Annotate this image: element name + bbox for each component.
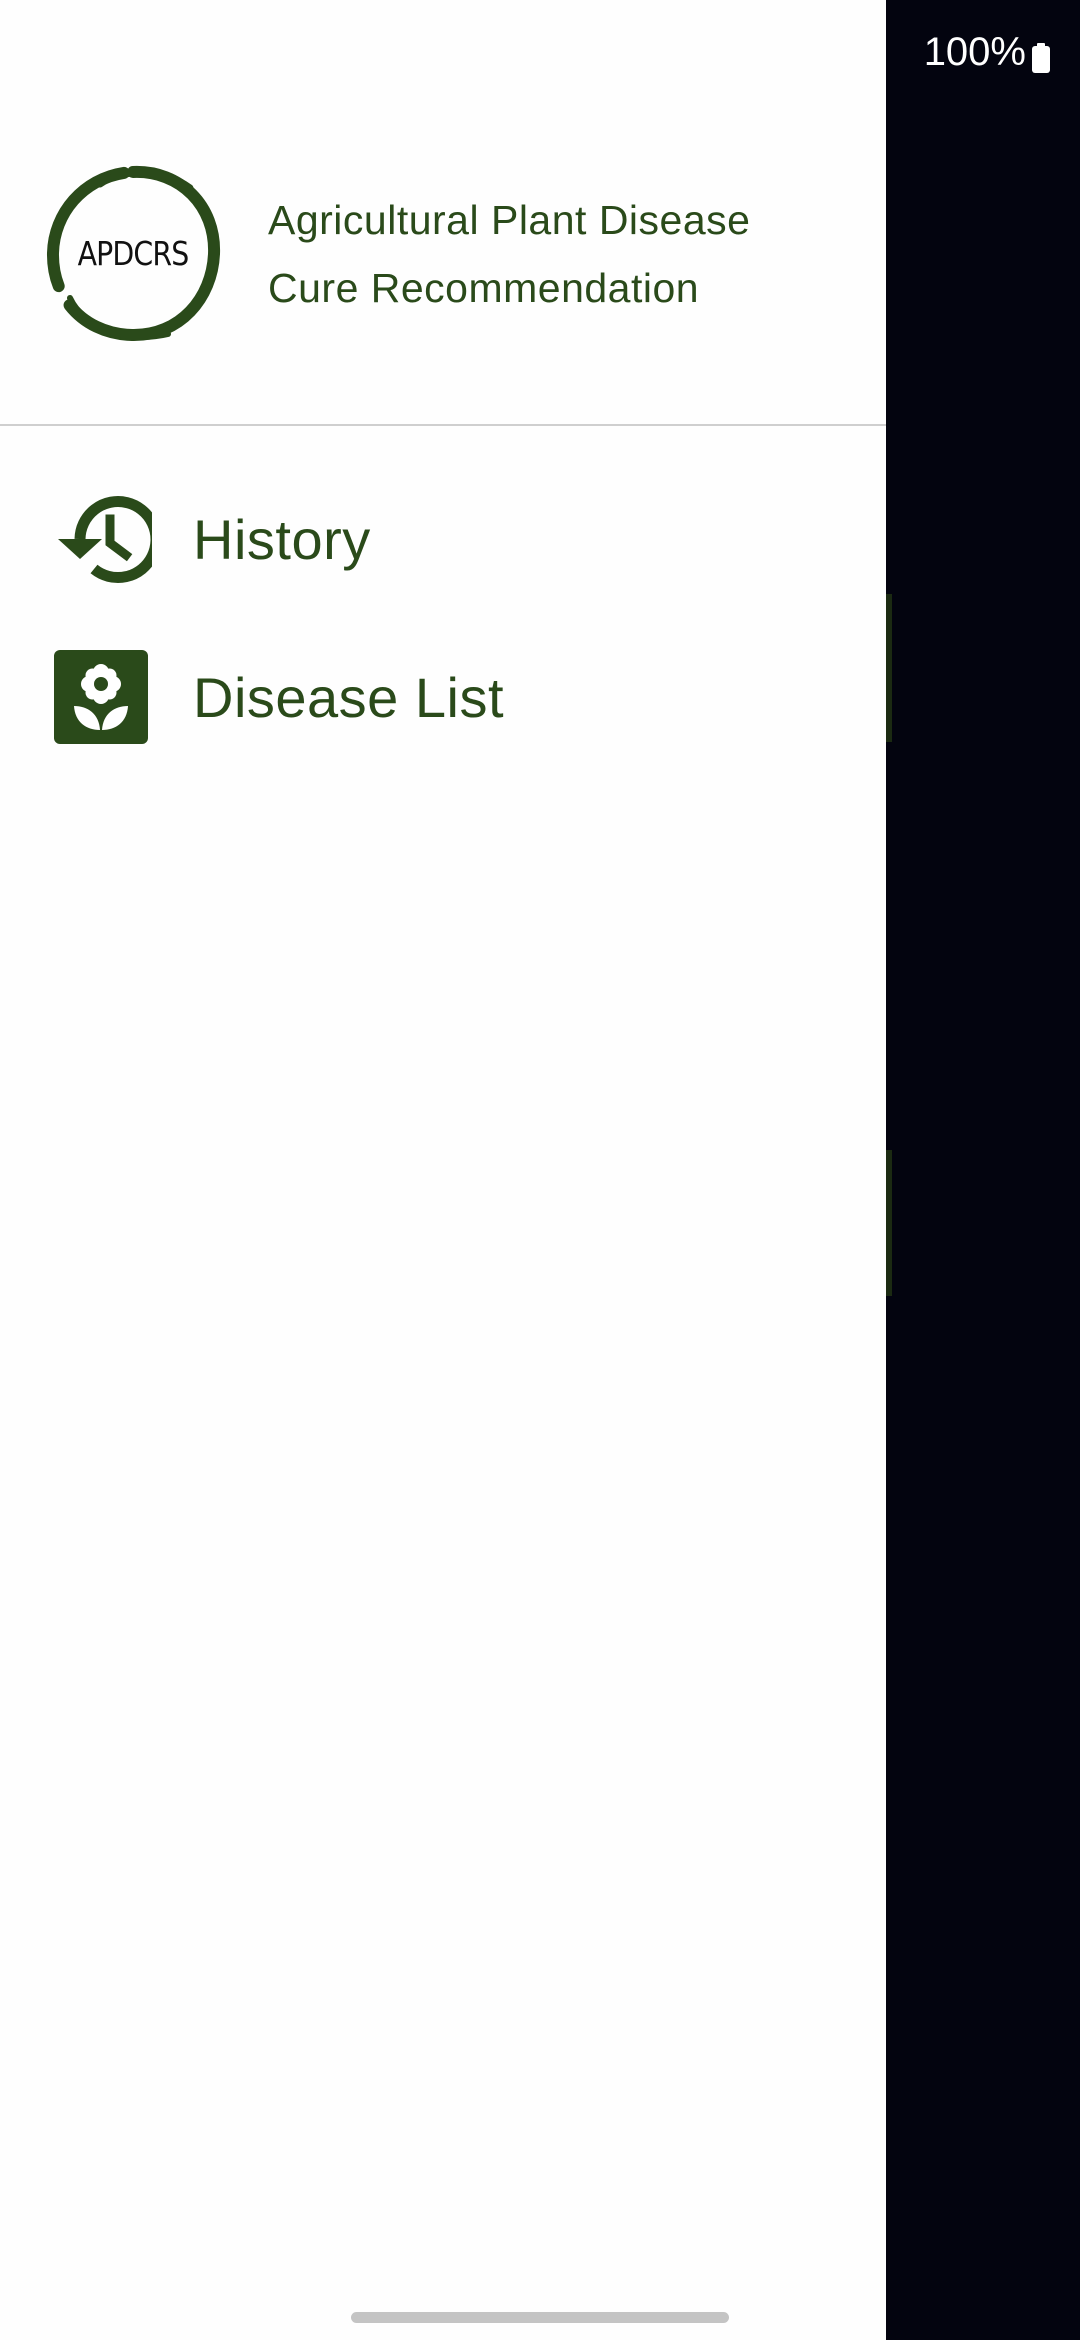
menu-item-disease-list[interactable]: Disease List <box>0 618 886 776</box>
home-indicator[interactable] <box>351 2312 729 2323</box>
history-icon <box>50 488 152 590</box>
screen: 100% APDCRS Agricultural Plant Disease C… <box>0 0 1080 2340</box>
app-logo: APDCRS <box>40 158 226 348</box>
battery-percentage: 100% <box>923 30 1026 74</box>
app-title-line-1: Agricultural Plant Disease <box>268 197 751 243</box>
logo-text: APDCRS <box>77 233 190 273</box>
background-card-edge <box>886 1150 892 1296</box>
app-title: Agricultural Plant Disease Cure Recommen… <box>268 186 868 322</box>
drawer-menu: History Disease List <box>0 460 886 776</box>
app-title-line-2: Cure Recommendation <box>268 265 700 311</box>
flower-icon <box>50 646 152 748</box>
menu-item-history-label: History <box>193 507 371 571</box>
status-bar-battery: 100% <box>924 30 1050 75</box>
menu-item-disease-list-label: Disease List <box>193 665 505 729</box>
drawer-header: APDCRS Agricultural Plant Disease Cure R… <box>0 0 886 426</box>
menu-item-history[interactable]: History <box>0 460 886 618</box>
battery-full-icon <box>1032 38 1050 73</box>
background-card-edge <box>886 594 892 742</box>
navigation-drawer: APDCRS Agricultural Plant Disease Cure R… <box>0 0 886 2340</box>
